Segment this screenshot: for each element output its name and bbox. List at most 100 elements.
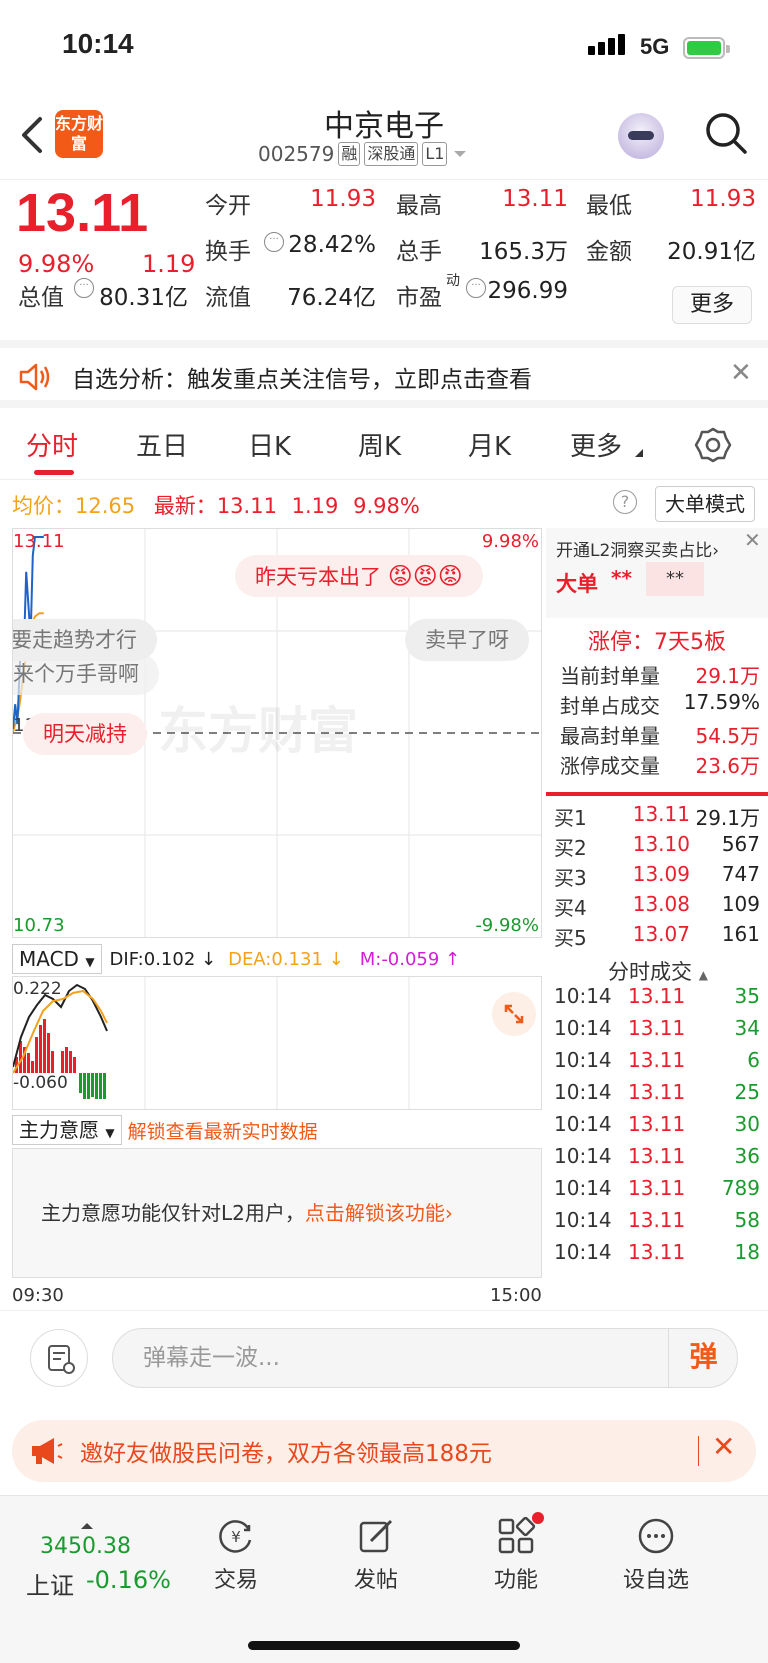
bid-volume: 109 bbox=[721, 892, 760, 916]
open-value: 11.93 bbox=[310, 186, 376, 212]
tick-volume: 58 bbox=[734, 1208, 760, 1232]
help-icon[interactable]: ? bbox=[613, 490, 637, 514]
notification-dot bbox=[532, 1512, 544, 1524]
y-label-low: 10.73 bbox=[13, 915, 65, 936]
nav-trade[interactable]: ¥ 交易 bbox=[186, 1516, 286, 1594]
close-icon[interactable]: ✕ bbox=[730, 358, 752, 388]
pct-change: 9.98% bbox=[18, 250, 95, 278]
search-icon[interactable] bbox=[703, 110, 749, 156]
float-cap-label: 流值 bbox=[205, 285, 251, 311]
danmaku-settings-icon[interactable] bbox=[30, 1329, 88, 1387]
tag-connect: 深股通 bbox=[364, 142, 419, 166]
assistant-avatar-icon[interactable] bbox=[618, 113, 664, 159]
macd-chart[interactable]: 0.222 -0.060 bbox=[12, 976, 542, 1110]
tab-intraday[interactable]: 分时 bbox=[26, 426, 78, 463]
pct-label-high: 9.98% bbox=[481, 531, 539, 552]
nav-post[interactable]: 发帖 bbox=[326, 1516, 426, 1594]
chevron-down-icon: ▼ bbox=[85, 955, 95, 969]
indicator-select[interactable]: 主力意愿 ▼ bbox=[12, 1115, 122, 1145]
big-order-stars: ** bbox=[611, 566, 632, 590]
tab-daily-k[interactable]: 日K bbox=[248, 426, 291, 463]
big-order-mode-button[interactable]: 大单模式 bbox=[655, 486, 755, 522]
chart-tabs: 分时 五日 日K 周K 月K 更多 bbox=[0, 410, 768, 480]
notice-bar[interactable]: 自选分析：触发重点关注信号，立即点击查看 ✕ bbox=[0, 340, 768, 408]
danmaku-bubble[interactable]: 明天减持 bbox=[23, 713, 147, 755]
stock-header: 东方财富 中京电子 002579 融 深股通 L1 bbox=[0, 95, 768, 180]
status-bar: 10:14 5G bbox=[0, 0, 768, 95]
bid-volume: 747 bbox=[721, 862, 760, 886]
time-axis-start: 09:30 bbox=[12, 1285, 64, 1306]
tab-weekly-k[interactable]: 周K bbox=[358, 426, 401, 463]
intraday-chart[interactable]: 东方财富 13.11 9.98% 11.92 10.73 -9.98% 昨天亏本… bbox=[12, 528, 542, 938]
danmaku-bubble[interactable]: 卖早了呀 bbox=[405, 619, 529, 661]
tick-volume: 18 bbox=[734, 1240, 760, 1264]
stock-code-row[interactable]: 002579 融 深股通 L1 bbox=[258, 142, 469, 166]
bid-price: 13.07 bbox=[632, 922, 690, 946]
big-order-stars-box: ** bbox=[646, 562, 704, 596]
pe-sup: 动 bbox=[446, 273, 460, 289]
bid-volume: 161 bbox=[721, 922, 760, 946]
bid-label: 买4 bbox=[554, 896, 587, 920]
trade-icon: ¥ bbox=[219, 1520, 252, 1553]
tick-price: 13.11 bbox=[628, 1144, 686, 1168]
latest-change: 1.19 bbox=[291, 494, 339, 518]
invite-text: 邀好友做股民问卷，双方各领最高188元 bbox=[80, 1441, 492, 1467]
danmaku-input[interactable]: 弹幕走一波... bbox=[112, 1328, 738, 1388]
indicator-select[interactable]: MACD ▼ bbox=[12, 944, 102, 974]
tab-more[interactable]: 更多 bbox=[570, 426, 622, 463]
tab-monthly-k[interactable]: 月K bbox=[468, 426, 511, 463]
tick-time: 10:14 bbox=[554, 1080, 612, 1104]
close-icon[interactable]: ✕ bbox=[712, 1430, 735, 1463]
bid-price: 13.09 bbox=[632, 862, 690, 886]
nav-functions[interactable]: 功能 bbox=[466, 1512, 566, 1594]
index-change[interactable]: -0.16% bbox=[86, 1566, 171, 1594]
bid-label: 买3 bbox=[554, 866, 587, 890]
index-value[interactable]: 3450.38 bbox=[40, 1534, 131, 1559]
limit-divider bbox=[546, 792, 768, 796]
tag-level: L1 bbox=[422, 142, 448, 166]
unlock-hint[interactable]: 解锁查看最新实时数据 bbox=[128, 1117, 318, 1144]
stock-code: 002579 bbox=[258, 142, 335, 166]
latest-label: 最新： bbox=[153, 494, 217, 518]
expand-icon[interactable] bbox=[492, 992, 536, 1036]
main-force-header: 主力意愿 ▼ 解锁查看最新实时数据 bbox=[12, 1112, 542, 1148]
close-icon[interactable]: ✕ bbox=[744, 528, 761, 552]
danmaku-bubble[interactable]: 来个万手哥啊 bbox=[13, 653, 159, 695]
more-dots-icon[interactable]: ··· bbox=[264, 232, 284, 252]
invite-banner[interactable]: 邀好友做股民问卷，双方各领最高188元 ✕ bbox=[12, 1420, 756, 1482]
bid-price: 13.08 bbox=[632, 892, 690, 916]
signal-icon bbox=[588, 46, 595, 55]
speaker-icon bbox=[19, 363, 50, 391]
signal-icon bbox=[608, 38, 615, 55]
ticks-title[interactable]: 分时成交 ▲ bbox=[608, 956, 708, 986]
high-value: 13.11 bbox=[502, 186, 568, 212]
limit-up-title: 涨停：7天5板 bbox=[588, 630, 726, 655]
danmaku-bubble[interactable]: 昨天亏本出了 😡😡😡 bbox=[235, 555, 483, 597]
limit-row-value: 17.59% bbox=[683, 690, 760, 714]
index-name[interactable]: 上证 bbox=[26, 1566, 74, 1601]
unlock-link[interactable]: 点击解锁该功能› bbox=[305, 1201, 453, 1225]
l2-promo[interactable]: 开通L2洞察买卖占比› ✕ 大单 ** ** bbox=[546, 528, 768, 618]
more-dots-icon[interactable]: ··· bbox=[466, 278, 486, 298]
more-button[interactable]: 更多 bbox=[672, 286, 752, 324]
danmaku-send-button[interactable]: 弹 bbox=[668, 1328, 738, 1388]
limit-row-value: 54.5万 bbox=[695, 724, 760, 748]
limit-row-label: 最高封单量 bbox=[560, 724, 660, 748]
tab-five-day[interactable]: 五日 bbox=[136, 426, 188, 463]
tick-time: 10:14 bbox=[554, 1176, 612, 1200]
float-cap-value: 76.24亿 bbox=[287, 285, 376, 311]
watermark: 东方财富 bbox=[158, 702, 358, 760]
limit-row-label: 当前封单量 bbox=[560, 664, 660, 688]
low-label: 最低 bbox=[586, 193, 632, 219]
volume-label: 总手 bbox=[396, 239, 442, 265]
macd-dea: DEA:0.131 ↓ bbox=[228, 948, 344, 970]
low-value: 11.93 bbox=[690, 186, 756, 212]
more-dots-icon[interactable]: ··· bbox=[74, 278, 94, 298]
nav-add-watchlist[interactable]: 设自选 bbox=[606, 1516, 706, 1594]
macd-top-label: 0.222 bbox=[13, 979, 62, 999]
y-label-high: 13.11 bbox=[13, 531, 65, 552]
battery-icon bbox=[683, 37, 730, 59]
settings-gear-icon[interactable] bbox=[694, 426, 732, 464]
latest-pct: 9.98% bbox=[353, 494, 420, 518]
order-book-panel: 开通L2洞察买卖占比› ✕ 大单 ** ** 涨停：7天5板 当前封单量 29.… bbox=[546, 528, 768, 1308]
